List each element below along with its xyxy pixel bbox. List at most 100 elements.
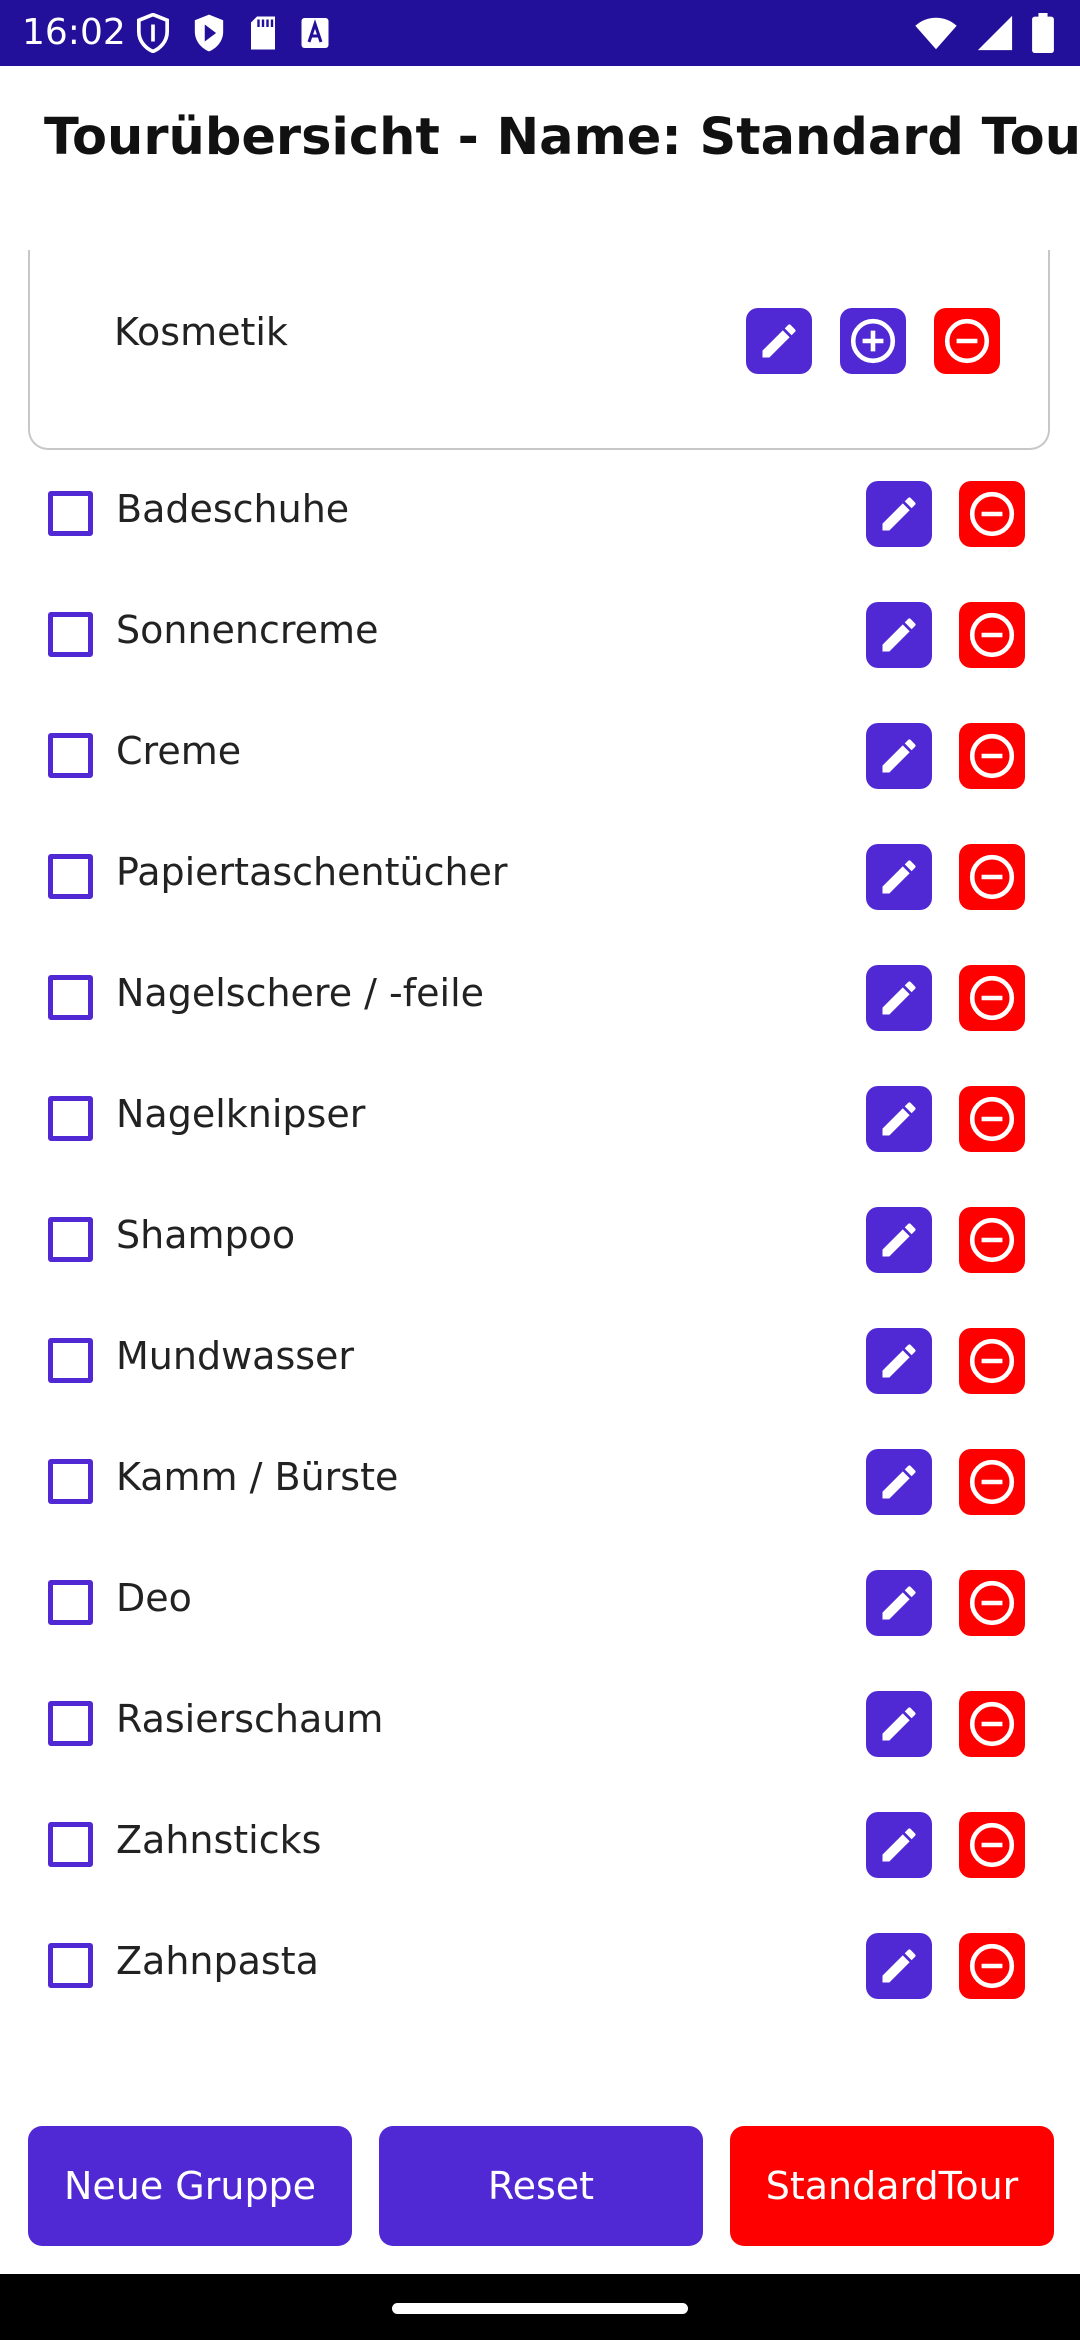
- group-name: Kosmetik: [114, 310, 288, 354]
- item-checkbox[interactable]: [48, 1217, 93, 1262]
- minus-circle-icon: [969, 491, 1015, 537]
- item-checkbox[interactable]: [48, 1701, 93, 1746]
- list-item: Nagelknipser: [0, 1078, 1080, 1158]
- edit-item-button[interactable]: [866, 1086, 932, 1152]
- item-label: Sonnencreme: [116, 608, 379, 652]
- home-gesture-handle[interactable]: [392, 2303, 688, 2314]
- minus-circle-icon: [969, 1459, 1015, 1505]
- add-item-button[interactable]: [840, 308, 906, 374]
- list-item: Creme: [0, 715, 1080, 795]
- item-label: Nagelschere / -feile: [116, 971, 485, 1015]
- item-label: Shampoo: [116, 1213, 296, 1257]
- edit-item-button[interactable]: [866, 1933, 932, 1999]
- standard-tour-button[interactable]: StandardTour: [730, 2126, 1054, 2246]
- list-item: Zahnpasta: [0, 1925, 1080, 2005]
- remove-item-button[interactable]: [959, 1933, 1025, 1999]
- plus-circle-icon: [850, 318, 896, 364]
- status-time: 16:02: [22, 12, 126, 53]
- pencil-icon: [882, 1223, 916, 1257]
- minus-circle-icon: [969, 854, 1015, 900]
- item-checkbox[interactable]: [48, 1459, 93, 1504]
- pencil-icon: [882, 1707, 916, 1741]
- minus-circle-icon: [969, 1580, 1015, 1626]
- remove-item-button[interactable]: [959, 844, 1025, 910]
- item-label: Deo: [116, 1576, 192, 1620]
- pencil-icon: [882, 739, 916, 773]
- item-label: Zahnsticks: [116, 1818, 322, 1862]
- remove-item-button[interactable]: [959, 1812, 1025, 1878]
- remove-item-button[interactable]: [959, 1207, 1025, 1273]
- pencil-icon: [882, 1949, 916, 1983]
- list-item: Papiertaschentücher: [0, 836, 1080, 916]
- remove-item-button[interactable]: [959, 602, 1025, 668]
- pencil-icon: [882, 1102, 916, 1136]
- battery-icon: [1032, 13, 1054, 53]
- list-item: Badeschuhe: [0, 473, 1080, 553]
- edit-item-button[interactable]: [866, 1691, 932, 1757]
- group-card: Kosmetik: [28, 250, 1050, 450]
- item-checkbox[interactable]: [48, 491, 93, 536]
- item-checkbox[interactable]: [48, 975, 93, 1020]
- edit-item-button[interactable]: [866, 965, 932, 1031]
- item-label: Nagelknipser: [116, 1092, 366, 1136]
- minus-circle-icon: [969, 1822, 1015, 1868]
- page-title: Tourübersicht - Name: Standard Tour: [44, 108, 1080, 167]
- minus-circle-icon: [969, 1943, 1015, 1989]
- list-item: Nagelschere / -feile: [0, 957, 1080, 1037]
- pencil-icon: [762, 324, 796, 358]
- item-checkbox[interactable]: [48, 1580, 93, 1625]
- remove-item-button[interactable]: [959, 723, 1025, 789]
- item-label: Creme: [116, 729, 242, 773]
- shield-check-icon: [136, 13, 170, 53]
- remove-item-button[interactable]: [959, 1570, 1025, 1636]
- new-group-button[interactable]: Neue Gruppe: [28, 2126, 352, 2246]
- list-item: Rasierschaum: [0, 1683, 1080, 1763]
- item-checkbox[interactable]: [48, 1338, 93, 1383]
- item-checkbox[interactable]: [48, 733, 93, 778]
- item-checkbox[interactable]: [48, 612, 93, 657]
- minus-circle-icon: [969, 612, 1015, 658]
- edit-item-button[interactable]: [866, 1207, 932, 1273]
- pencil-icon: [882, 981, 916, 1015]
- list-item: Sonnencreme: [0, 594, 1080, 674]
- minus-circle-icon: [969, 1701, 1015, 1747]
- item-label: Papiertaschentücher: [116, 850, 508, 894]
- edit-item-button[interactable]: [866, 1449, 932, 1515]
- minus-circle-icon: [969, 1338, 1015, 1384]
- minus-circle-icon: [969, 1096, 1015, 1142]
- list-item: Deo: [0, 1562, 1080, 1642]
- play-protect-icon: [194, 14, 224, 52]
- pencil-icon: [882, 1465, 916, 1499]
- pencil-icon: [882, 618, 916, 652]
- item-checkbox[interactable]: [48, 1096, 93, 1141]
- remove-item-button[interactable]: [959, 1086, 1025, 1152]
- item-checkbox[interactable]: [48, 854, 93, 899]
- edit-item-button[interactable]: [866, 602, 932, 668]
- wifi-icon: [915, 17, 957, 50]
- item-label: Mundwasser: [116, 1334, 355, 1378]
- signal-icon: [977, 15, 1013, 51]
- edit-item-button[interactable]: [866, 481, 932, 547]
- pencil-icon: [882, 1828, 916, 1862]
- item-checkbox[interactable]: [48, 1943, 93, 1988]
- remove-item-button[interactable]: [959, 1449, 1025, 1515]
- edit-item-button[interactable]: [866, 844, 932, 910]
- remove-item-button[interactable]: [959, 1691, 1025, 1757]
- minus-circle-icon: [969, 733, 1015, 779]
- remove-item-button[interactable]: [959, 481, 1025, 547]
- remove-item-button[interactable]: [959, 965, 1025, 1031]
- item-checkbox[interactable]: [48, 1822, 93, 1867]
- reset-button[interactable]: Reset: [379, 2126, 703, 2246]
- edit-item-button[interactable]: [866, 723, 932, 789]
- item-label: Zahnpasta: [116, 1939, 319, 1983]
- edit-item-button[interactable]: [866, 1812, 932, 1878]
- list-item: Zahnsticks: [0, 1804, 1080, 1884]
- item-label: Rasierschaum: [116, 1697, 384, 1741]
- edit-item-button[interactable]: [866, 1328, 932, 1394]
- font-a-icon: [301, 18, 329, 48]
- pencil-icon: [882, 860, 916, 894]
- edit-group-button[interactable]: [746, 308, 812, 374]
- edit-item-button[interactable]: [866, 1570, 932, 1636]
- remove-group-button[interactable]: [934, 308, 1000, 374]
- remove-item-button[interactable]: [959, 1328, 1025, 1394]
